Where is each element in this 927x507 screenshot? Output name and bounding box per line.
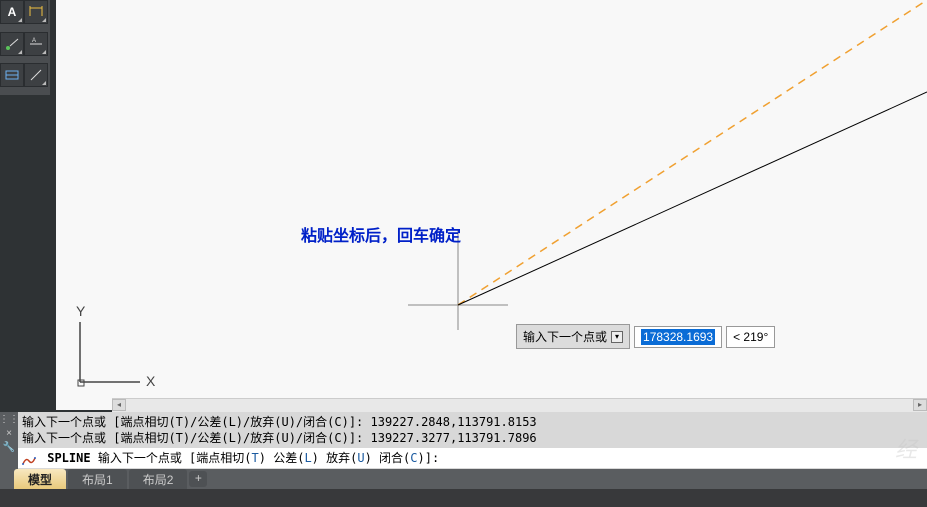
layout-tabbar: 模型 布局1 布局2 + xyxy=(0,469,927,489)
text-tool[interactable]: A xyxy=(0,0,24,24)
cmd-close-icon[interactable]: × xyxy=(0,426,18,440)
cmd-config-icon[interactable]: 🔧 xyxy=(0,440,18,454)
tab-layout1[interactable]: 布局1 xyxy=(68,469,127,490)
dropdown-icon[interactable]: ▾ xyxy=(611,331,623,343)
scroll-left-icon[interactable]: ◂ xyxy=(112,399,126,411)
instruction-annotation: 粘贴坐标后，回车确定 xyxy=(301,222,461,246)
command-history: 输入下一个点或 [端点相切(T)/公差(L)/放弃(U)/闭合(C)]: 139… xyxy=(18,412,927,446)
dimension-tool[interactable] xyxy=(24,0,48,24)
spline-icon xyxy=(22,454,36,464)
command-gutter: ⋮⋮ × 🔧 xyxy=(0,412,18,472)
table-tool[interactable] xyxy=(0,63,24,87)
align-dim-tool[interactable]: A xyxy=(24,32,48,56)
status-bar xyxy=(0,489,927,507)
history-line: 输入下一个点或 [端点相切(T)/公差(L)/放弃(U)/闭合(C)]: 139… xyxy=(22,430,923,446)
marker-tool[interactable] xyxy=(0,32,24,56)
ucs-icon: X Y xyxy=(76,303,156,389)
cmd-handle-icon[interactable]: ⋮⋮ xyxy=(0,412,18,426)
tab-add-button[interactable]: + xyxy=(189,471,207,487)
history-line: 输入下一个点或 [端点相切(T)/公差(L)/放弃(U)/闭合(C)]: 139… xyxy=(22,414,923,430)
leader-tool[interactable] xyxy=(24,63,48,87)
horizontal-scrollbar[interactable]: ◂ ▸ xyxy=(112,398,927,412)
svg-text:A: A xyxy=(32,38,36,44)
dynamic-coord-input[interactable]: 178328.1693 xyxy=(634,326,722,348)
svg-text:Y: Y xyxy=(76,303,86,319)
rubber-band-line xyxy=(458,0,927,305)
spline-segment xyxy=(458,92,927,305)
command-line[interactable]: SPLINE 输入下一个点或 [端点相切(T) 公差(L) 放弃(U) 闭合(C… xyxy=(18,448,927,468)
dynamic-input: 输入下一个点或 ▾ 178328.1693 < 219° xyxy=(516,324,775,349)
command-text: 输入下一个点或 [端点相切(T)/公差(L)/放弃(U)/闭合(C)]: 139… xyxy=(18,412,927,472)
annotation-toolbar: A A xyxy=(0,0,50,95)
command-area: ⋮⋮ × 🔧 输入下一个点或 [端点相切(T)/公差(L)/放弃(U)/闭合(C… xyxy=(0,412,927,472)
tab-model[interactable]: 模型 xyxy=(14,469,66,490)
svg-text:X: X xyxy=(146,373,156,389)
drawing-canvas[interactable]: X Y 粘贴坐标后，回车确定 输入下一个点或 ▾ 178328.1693 < 2… xyxy=(56,0,927,410)
dynamic-angle-input[interactable]: < 219° xyxy=(726,326,775,348)
dynamic-prompt: 输入下一个点或 ▾ xyxy=(516,324,630,349)
scroll-right-icon[interactable]: ▸ xyxy=(913,399,927,411)
tab-layout2[interactable]: 布局2 xyxy=(129,469,188,490)
